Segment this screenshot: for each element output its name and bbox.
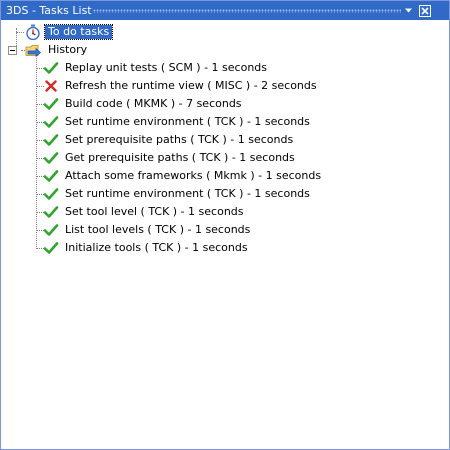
success-check-icon (43, 206, 59, 218)
success-check-icon (43, 116, 59, 128)
history-item[interactable]: Set runtime environment ( TCK ) - 1 seco… (43, 185, 312, 203)
history-item-label: Build code ( MKMK ) - 7 seconds (65, 97, 242, 110)
task-tree: To do tasks History Replay unit tests ( … (1, 20, 449, 449)
failed-x-icon (45, 80, 57, 92)
tree-node-history[interactable]: History (25, 41, 90, 59)
history-folder-icon (25, 45, 41, 58)
tree-node-label: History (48, 43, 88, 56)
history-item-label: Set prerequisite paths ( TCK ) - 1 secon… (65, 133, 294, 146)
close-icon[interactable] (419, 5, 431, 17)
history-item-label: List tool levels ( TCK ) - 1 seconds (65, 223, 251, 236)
stopwatch-icon (26, 24, 40, 40)
dropdown-arrow-icon[interactable] (402, 4, 415, 17)
history-item-label: Set runtime environment ( TCK ) - 1 seco… (65, 187, 310, 200)
title-bar[interactable]: 3DS - Tasks List (1, 1, 449, 20)
tree-node-label: To do tasks (43, 24, 114, 40)
history-item[interactable]: Get prerequisite paths ( TCK ) - 1 secon… (43, 149, 297, 167)
history-item[interactable]: List tool levels ( TCK ) - 1 seconds (43, 221, 252, 239)
collapse-toggle[interactable] (8, 46, 17, 55)
title-bar-grip (93, 9, 401, 13)
success-check-icon (43, 188, 59, 200)
history-item[interactable]: Set prerequisite paths ( TCK ) - 1 secon… (43, 131, 295, 149)
history-item[interactable]: Attach some frameworks ( Mkmk ) - 1 seco… (43, 167, 323, 185)
history-item-label: Set tool level ( TCK ) - 1 seconds (65, 205, 244, 218)
success-check-icon (43, 134, 59, 146)
success-check-icon (43, 98, 59, 110)
tasks-list-window: 3DS - Tasks List To do tasks History Rep… (0, 0, 450, 450)
history-item[interactable]: Refresh the runtime view ( MISC ) - 2 se… (43, 77, 319, 95)
history-item[interactable]: Set runtime environment ( TCK ) - 1 seco… (43, 113, 312, 131)
tree-line (16, 32, 24, 33)
history-item-label: Get prerequisite paths ( TCK ) - 1 secon… (65, 151, 295, 164)
history-item-label: Attach some frameworks ( Mkmk ) - 1 seco… (65, 169, 322, 182)
history-item[interactable]: Build code ( MKMK ) - 7 seconds (43, 95, 244, 113)
history-item-label: Refresh the runtime view ( MISC ) - 2 se… (65, 79, 317, 92)
history-item[interactable]: Replay unit tests ( SCM ) - 1 seconds (43, 59, 269, 77)
history-item-label: Initialize tools ( TCK ) - 1 seconds (65, 241, 248, 254)
success-check-icon (43, 62, 59, 74)
history-item-label: Replay unit tests ( SCM ) - 1 seconds (65, 61, 268, 74)
window-title: 3DS - Tasks List (6, 4, 92, 17)
success-check-icon (43, 170, 59, 182)
history-item-label: Set runtime environment ( TCK ) - 1 seco… (65, 115, 310, 128)
success-check-icon (43, 242, 59, 254)
tree-node-todo[interactable]: To do tasks (25, 23, 114, 41)
success-check-icon (43, 224, 59, 236)
success-check-icon (43, 152, 59, 164)
history-item[interactable]: Set tool level ( TCK ) - 1 seconds (43, 203, 246, 221)
history-item[interactable]: Initialize tools ( TCK ) - 1 seconds (43, 239, 250, 257)
